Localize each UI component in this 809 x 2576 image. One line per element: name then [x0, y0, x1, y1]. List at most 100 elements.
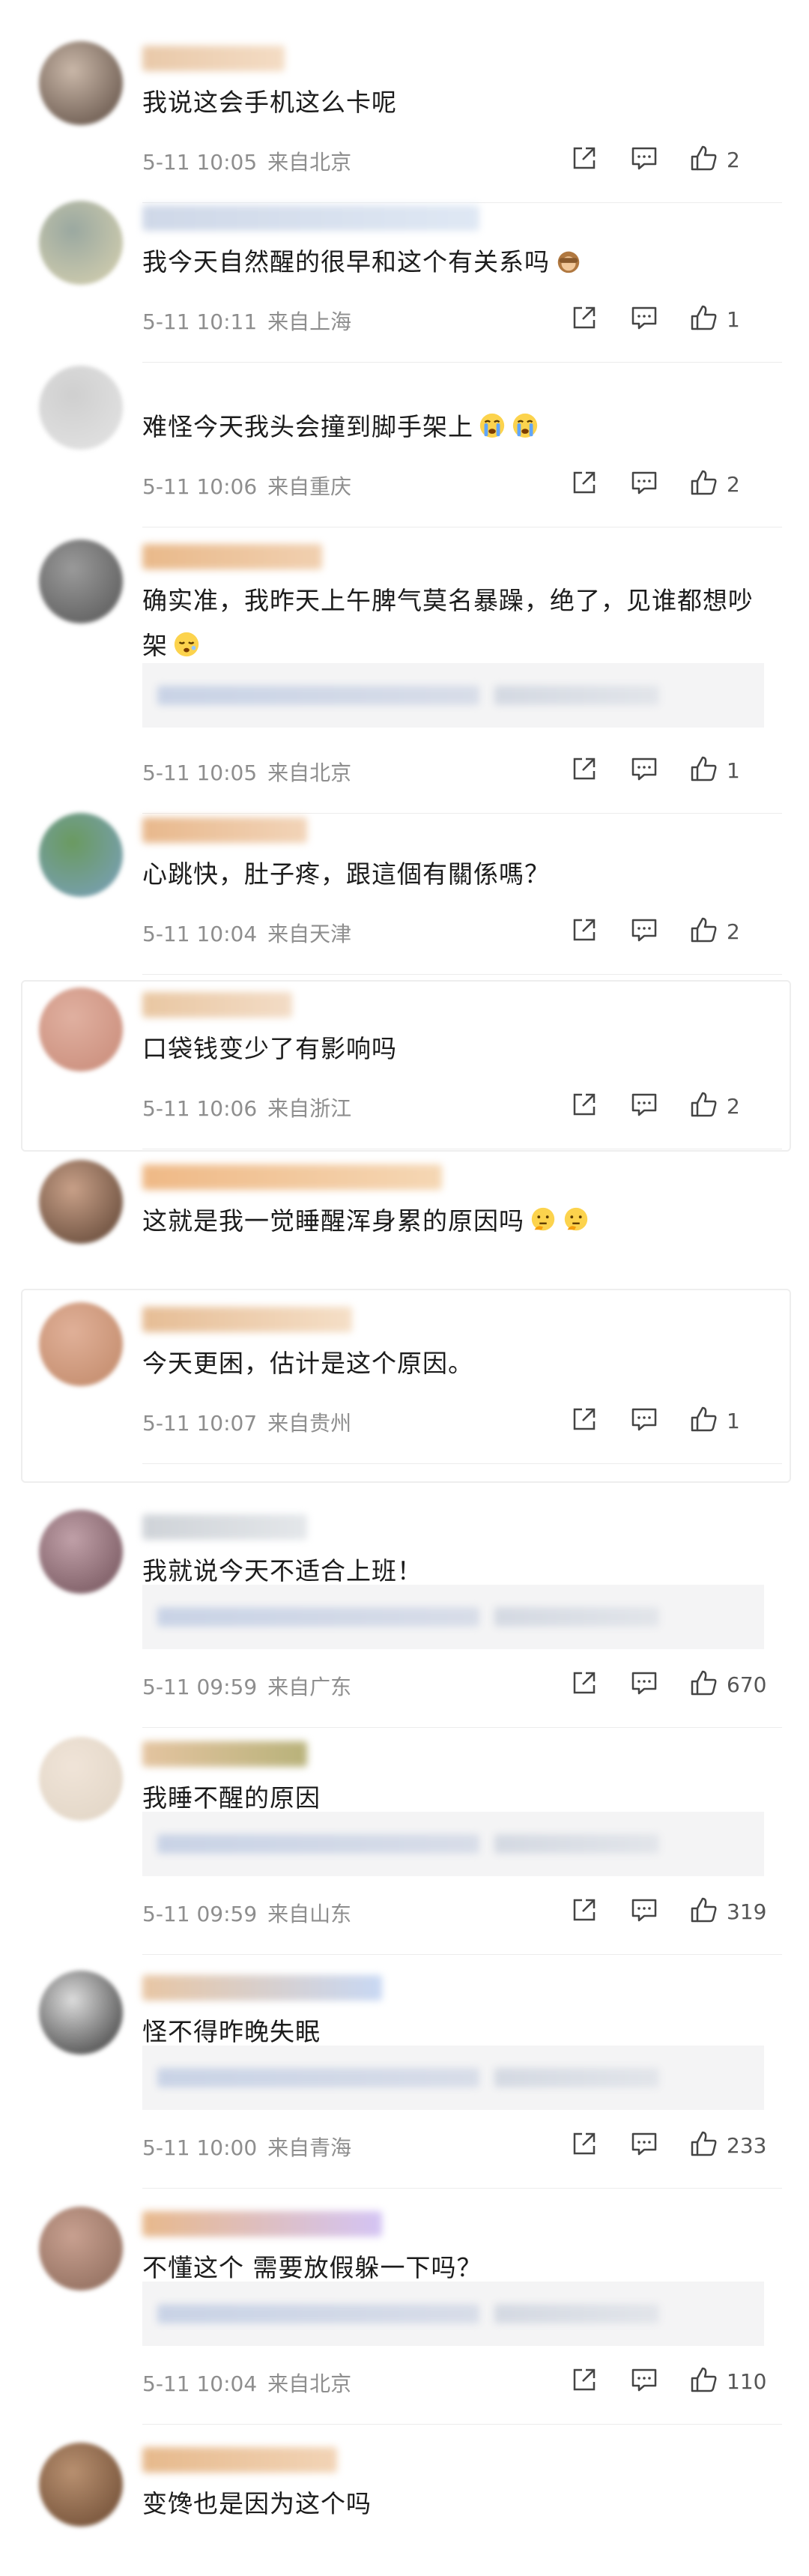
thumbs-up-icon: [689, 468, 719, 498]
comment-location: 来自北京: [267, 761, 352, 785]
share-button[interactable]: [569, 143, 599, 173]
divider: [142, 2188, 782, 2189]
like-button[interactable]: [689, 1668, 719, 1698]
username-blurred[interactable]: [142, 2447, 337, 2473]
username-blurred[interactable]: [142, 544, 322, 569]
reply-preview[interactable]: [142, 2046, 764, 2110]
reply-preview[interactable]: [142, 1812, 764, 1876]
like-button[interactable]: [689, 143, 719, 173]
comment-text-content: 我说这会手机这么卡呢: [142, 88, 397, 117]
divider: [142, 974, 782, 975]
username-blurred[interactable]: [142, 46, 285, 71]
like-button[interactable]: [689, 1895, 719, 1925]
reply-button[interactable]: [629, 915, 659, 945]
username-blurred[interactable]: [142, 1741, 307, 1767]
comment-text: 我今天自然醒的很早和这个有关系吗: [142, 240, 764, 285]
comment-icon: [629, 2365, 659, 2395]
reply-button[interactable]: [629, 303, 659, 333]
avatar[interactable]: [39, 201, 123, 285]
thumbs-up-icon: [689, 2129, 719, 2159]
divider: [142, 1954, 782, 1955]
avatar[interactable]: [39, 41, 123, 125]
comment-meta: 5-11 09:59 来自山东: [142, 1898, 351, 1928]
divider: [142, 202, 782, 203]
reply-preview-blurred: [157, 1607, 479, 1627]
crying-face-icon: [478, 409, 506, 438]
comment-icon: [629, 1668, 659, 1698]
reply-button[interactable]: [629, 1895, 659, 1925]
comment-location: 来自上海: [267, 309, 352, 334]
thumbs-up-icon: [689, 2365, 719, 2395]
like-button[interactable]: [689, 915, 719, 945]
comment-icon: [629, 1895, 659, 1925]
share-button[interactable]: [569, 2129, 599, 2159]
share-icon: [569, 754, 599, 784]
comment-icon: [629, 915, 659, 945]
comment-location: 来自天津: [267, 922, 352, 946]
reply-preview-blurred: [157, 686, 479, 705]
like-count: 1: [727, 307, 740, 332]
username-blurred[interactable]: [142, 1164, 442, 1190]
reply-preview[interactable]: [142, 1585, 764, 1649]
comment-text-content: 变馋也是因为这个吗: [142, 2489, 372, 2518]
comment-location: 来自广东: [267, 1675, 352, 1699]
share-button[interactable]: [569, 2365, 599, 2395]
divider: [142, 813, 782, 814]
comment-text-content: 怪不得昨晚失眠: [142, 2017, 321, 2046]
thumbs-up-icon: [689, 915, 719, 945]
monkey-icon: [554, 244, 583, 273]
thumbs-up-icon: [689, 1668, 719, 1698]
like-button[interactable]: [689, 2129, 719, 2159]
reply-button[interactable]: [629, 468, 659, 498]
comment-time: 5-11 10:04: [142, 2371, 258, 2396]
avatar[interactable]: [39, 1510, 123, 1594]
avatar[interactable]: [39, 539, 123, 623]
divider: [142, 2424, 782, 2425]
share-button[interactable]: [569, 303, 599, 333]
username-blurred[interactable]: [142, 1975, 382, 2001]
reply-button[interactable]: [629, 2365, 659, 2395]
like-count: 319: [727, 1899, 767, 1924]
reply-preview[interactable]: [142, 663, 764, 728]
comment-text-content: 这就是我一觉睡醒浑身累的原因吗: [142, 1206, 524, 1236]
avatar[interactable]: [39, 2443, 123, 2527]
comment-meta: 5-11 10:11 来自上海: [142, 306, 351, 336]
reply-button[interactable]: [629, 754, 659, 784]
comment-icon: [629, 754, 659, 784]
like-button[interactable]: [689, 2365, 719, 2395]
share-button[interactable]: [569, 1895, 599, 1925]
username-blurred[interactable]: [142, 817, 307, 843]
reply-button[interactable]: [629, 1668, 659, 1698]
like-button[interactable]: [689, 754, 719, 784]
username-blurred[interactable]: [142, 1514, 307, 1540]
share-icon: [569, 2365, 599, 2395]
username-blurred[interactable]: [142, 205, 479, 231]
comment-time: 5-11 10:11: [142, 309, 258, 334]
share-button[interactable]: [569, 468, 599, 498]
like-count: 2: [727, 919, 740, 944]
thumbs-up-icon: [689, 1895, 719, 1925]
like-button[interactable]: [689, 468, 719, 498]
username-blurred[interactable]: [142, 2211, 382, 2237]
share-icon: [569, 915, 599, 945]
share-icon: [569, 1895, 599, 1925]
comment-location: 来自青海: [267, 2135, 352, 2160]
avatar[interactable]: [39, 1971, 123, 2055]
comment-meta: 5-11 09:59 来自广东: [142, 1671, 351, 1701]
comment-text-content: 我就说今天不适合上班！: [142, 1556, 422, 1585]
avatar[interactable]: [39, 2207, 123, 2291]
comment-text-content: 不懂这个 需要放假躲一下吗？: [142, 2253, 482, 2282]
avatar[interactable]: [39, 366, 123, 450]
avatar[interactable]: [39, 813, 123, 897]
reply-preview[interactable]: [142, 2282, 764, 2346]
reply-preview-blurred: [494, 2068, 659, 2087]
reply-button[interactable]: [629, 143, 659, 173]
share-button[interactable]: [569, 915, 599, 945]
avatar[interactable]: [39, 1737, 123, 1821]
share-button[interactable]: [569, 754, 599, 784]
like-button[interactable]: [689, 303, 719, 333]
crying-face-icon: [511, 409, 539, 438]
reply-button[interactable]: [629, 2129, 659, 2159]
avatar[interactable]: [39, 1160, 123, 1244]
share-button[interactable]: [569, 1668, 599, 1698]
